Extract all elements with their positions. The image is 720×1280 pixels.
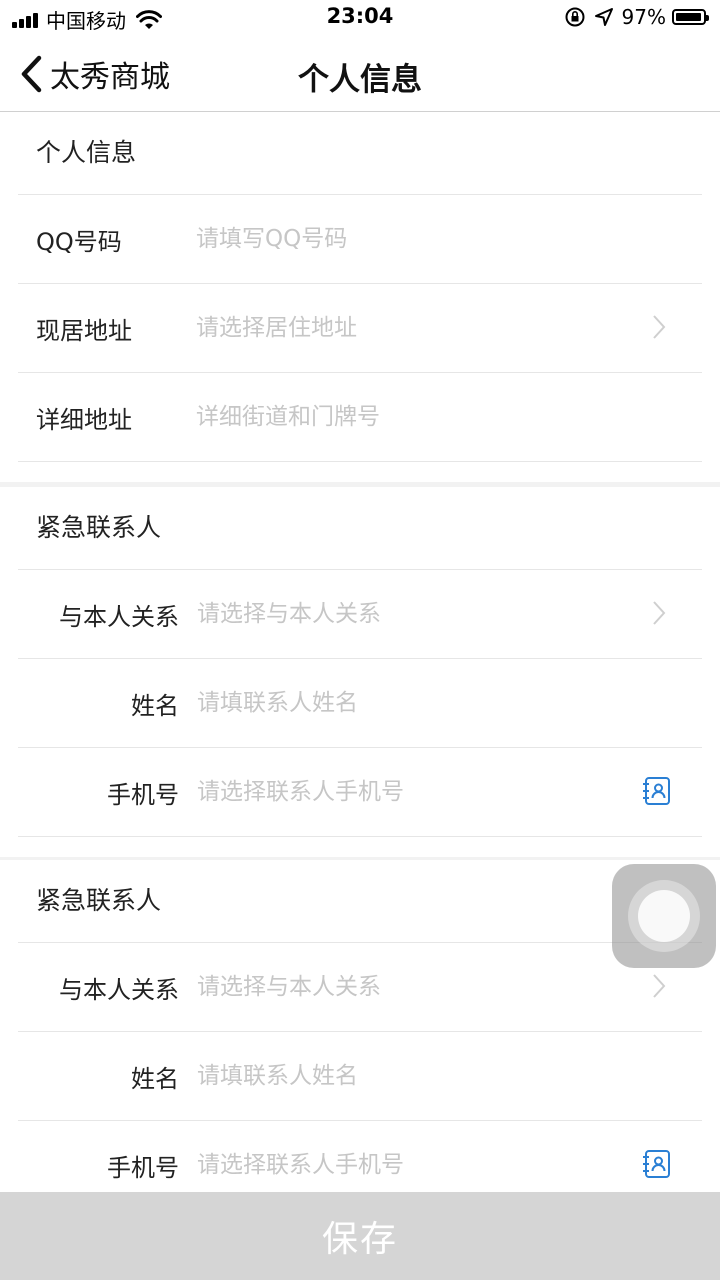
battery-icon (672, 9, 709, 25)
assistive-touch-dot (638, 890, 690, 942)
screen: 中国移动 23:04 97% 太秀商城 个人信息 个人信息 QQ号码 请填写QQ… (0, 0, 720, 1280)
qq-input[interactable] (196, 219, 702, 259)
page-title: 个人信息 (298, 62, 422, 98)
phone-label: 手机号 (107, 1153, 179, 1182)
name-input[interactable] (197, 683, 702, 723)
section-header: 个人信息 (36, 138, 137, 167)
phone-label: 手机号 (107, 780, 179, 809)
detail-address-row: 详细地址 (18, 372, 702, 461)
personal-info-section: 个人信息 QQ号码 现居地址 详细地址 (0, 112, 720, 482)
detail-address-input[interactable] (196, 397, 702, 437)
relation-label: 与本人关系 (59, 975, 179, 1004)
qq-label: QQ号码 (36, 227, 122, 256)
phone-input[interactable] (197, 772, 702, 812)
chevron-right-icon (653, 601, 666, 625)
location-icon (594, 8, 613, 26)
contacts-book-icon[interactable] (642, 1149, 672, 1179)
name-label: 姓名 (131, 691, 179, 720)
name-row: 姓名 (18, 1031, 702, 1120)
address-row[interactable]: 现居地址 (18, 283, 702, 372)
chevron-right-icon (653, 974, 666, 998)
relation-row[interactable]: 与本人关系 (18, 942, 702, 1031)
relation-label: 与本人关系 (59, 602, 179, 631)
section-divider (18, 836, 702, 857)
phone-input[interactable] (197, 1145, 702, 1185)
battery-percent: 97% (621, 5, 666, 29)
battery-cap (706, 15, 709, 21)
relation-picker[interactable] (197, 967, 702, 1007)
status-right: 97% (564, 5, 709, 29)
contacts-book-icon[interactable] (642, 776, 672, 806)
assistive-touch-button[interactable] (612, 864, 716, 968)
section-header: 紧急联系人 (36, 513, 162, 542)
status-bar: 中国移动 23:04 97% (0, 0, 720, 36)
qq-row: QQ号码 (18, 194, 702, 283)
nav-bar: 太秀商城 个人信息 (0, 36, 720, 112)
address-label: 现居地址 (36, 316, 132, 345)
name-row: 姓名 (18, 658, 702, 747)
detail-address-label: 详细地址 (36, 405, 132, 434)
relation-picker[interactable] (197, 594, 702, 634)
battery-fill (676, 13, 701, 21)
phone-row: 手机号 (18, 747, 702, 836)
name-label: 姓名 (131, 1064, 179, 1093)
save-button[interactable]: 保存 (0, 1192, 720, 1280)
section-divider (18, 461, 702, 482)
relation-row[interactable]: 与本人关系 (18, 569, 702, 658)
address-picker[interactable] (196, 308, 702, 348)
emergency-contact-section-1: 紧急联系人 与本人关系 姓名 手机号 (0, 487, 720, 857)
chevron-right-icon (653, 315, 666, 339)
orientation-lock-icon (565, 7, 585, 27)
name-input[interactable] (197, 1056, 702, 1096)
